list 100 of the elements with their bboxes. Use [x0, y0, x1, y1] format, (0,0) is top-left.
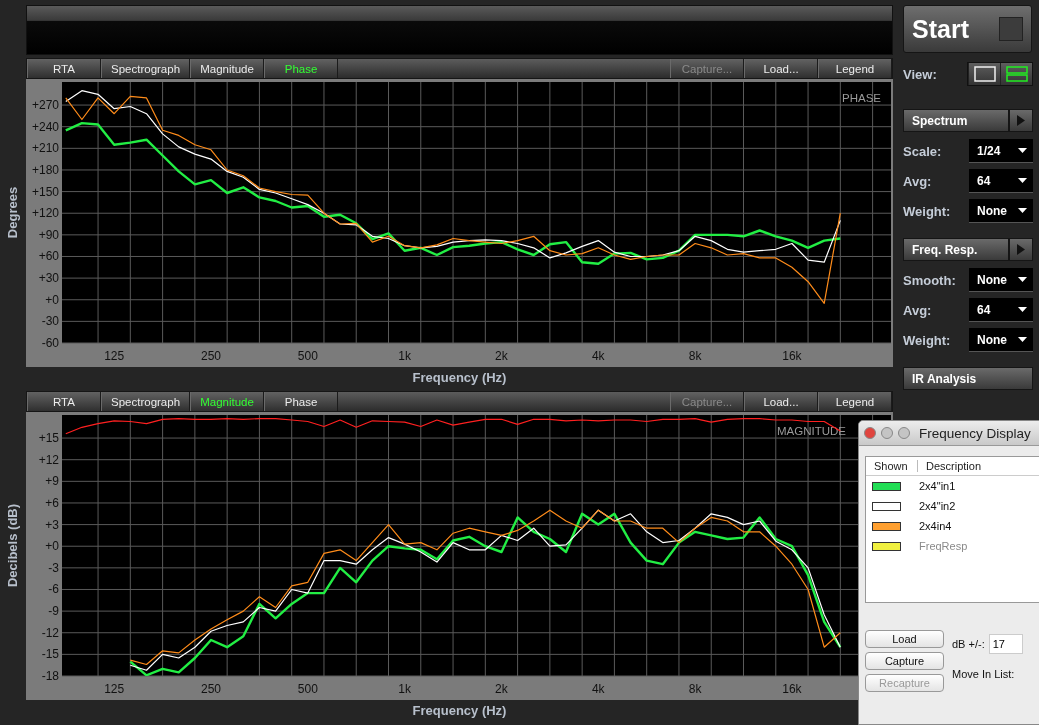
dropdown[interactable]: None	[969, 199, 1033, 223]
tick-label: -30	[41, 314, 59, 329]
minimize-icon[interactable]	[881, 427, 893, 439]
view-tab[interactable]: Magnitude	[190, 59, 265, 78]
dropdown[interactable]: None	[969, 328, 1033, 352]
tick-label: 4k	[591, 349, 605, 363]
toolbar-button[interactable]: Legend	[818, 59, 892, 78]
dropdown[interactable]: 64	[969, 298, 1033, 322]
tick-label: +60	[38, 249, 59, 264]
tick-label: +210	[31, 141, 59, 156]
table-cell: FreqResp	[919, 540, 968, 552]
caret-icon	[1018, 208, 1027, 213]
column-header: Description	[925, 460, 982, 472]
view-tab[interactable]: Phase	[264, 59, 339, 78]
window-title: Frequency Display	[919, 425, 1031, 441]
view-tab[interactable]: Magnitude	[190, 392, 265, 411]
tick-label: 1k	[398, 349, 411, 363]
expand-button[interactable]	[1009, 238, 1033, 261]
view-toggle[interactable]	[1000, 63, 1032, 85]
axis-title: Frequency (Hz)	[412, 370, 507, 385]
tick-label: +270	[31, 98, 59, 113]
input-field[interactable]: 17	[988, 634, 1023, 654]
field-label: View:	[903, 66, 937, 82]
axis-title: Decibels (dB)	[5, 503, 20, 588]
dialog-button[interactable]: Load	[865, 630, 944, 648]
toolbar-button[interactable]: Load...	[744, 392, 818, 411]
chart-title: MAGNITUDE	[777, 425, 846, 437]
tick-label: +180	[31, 162, 59, 177]
caret-icon	[1018, 148, 1027, 153]
tick-label: 125	[104, 682, 125, 696]
tick-label: 125	[104, 349, 125, 363]
view-toggle[interactable]	[968, 63, 1000, 85]
tick-label: 250	[201, 682, 221, 696]
tick-label: -60	[41, 336, 59, 350]
tick-label: +150	[31, 184, 59, 199]
section-button[interactable]: IR Analysis	[903, 367, 1033, 390]
table-cell: 2x4"in1	[919, 480, 956, 492]
close-icon[interactable]	[864, 427, 876, 439]
tick-label: +6	[45, 495, 59, 510]
tick-label: +0	[45, 539, 59, 554]
field-label: Weight:	[903, 203, 951, 219]
tick-label: -12	[41, 625, 59, 640]
tick-label: -18	[41, 669, 59, 683]
indicator-square-icon	[999, 17, 1023, 41]
caret-icon	[1018, 277, 1027, 282]
field-label: Smooth:	[903, 272, 956, 288]
section-button[interactable]: Freq. Resp.	[903, 238, 1009, 261]
table-cell: 2x4in4	[919, 520, 952, 532]
tick-label: 1k	[398, 682, 411, 696]
section-button[interactable]: Spectrum	[903, 109, 1009, 132]
tick-label: 2k	[495, 682, 508, 696]
dialog-button[interactable]: Capture	[865, 652, 944, 670]
color-swatch[interactable]	[872, 521, 901, 531]
axis-title: Frequency (Hz)	[412, 703, 507, 718]
tick-label: -6	[48, 582, 59, 597]
expand-button[interactable]	[1009, 109, 1033, 132]
zoom-icon[interactable]	[898, 427, 910, 439]
tick-label: +0	[45, 292, 59, 307]
tick-label: 500	[297, 349, 318, 363]
column-header: Shown	[866, 460, 918, 472]
start-button[interactable]: Start	[903, 5, 1032, 53]
view-tab[interactable]: Spectrograph	[101, 392, 191, 411]
tick-label: 16k	[782, 349, 802, 363]
tick-label: +120	[31, 206, 59, 221]
chart-title: PHASE	[842, 92, 881, 104]
field-label: Scale:	[903, 143, 942, 159]
dropdown[interactable]: 1/24	[969, 139, 1033, 163]
tick-label: -3	[48, 560, 59, 575]
tick-label: 16k	[782, 682, 802, 696]
dropdown[interactable]: 64	[969, 169, 1033, 193]
caret-icon	[1018, 307, 1027, 312]
view-tab[interactable]: Spectrograph	[101, 59, 191, 78]
view-tab[interactable]: RTA	[27, 392, 101, 411]
tick-label: +3	[45, 517, 59, 532]
tick-label: +90	[38, 227, 59, 242]
tick-label: 8k	[688, 349, 702, 363]
field-label: Avg:	[903, 173, 932, 189]
tick-label: 4k	[591, 682, 605, 696]
toolbar-button[interactable]: Load...	[744, 59, 818, 78]
tick-label: +15	[38, 431, 59, 446]
toolbar-button[interactable]: Legend	[818, 392, 892, 411]
tick-label: 500	[297, 682, 318, 696]
field-label: Weight:	[903, 332, 951, 348]
play-arrow-icon	[1017, 115, 1025, 126]
field-label: dB +/-:	[952, 638, 985, 650]
tick-label: -15	[41, 647, 59, 662]
dropdown[interactable]: None	[969, 268, 1033, 292]
field-label: Move In List:	[952, 668, 1016, 680]
view-tab[interactable]: Phase	[264, 392, 339, 411]
table-cell: 2x4"in2	[919, 500, 956, 512]
field-label: Avg:	[903, 302, 932, 318]
view-tab[interactable]: RTA	[27, 59, 101, 78]
axis-title: Degrees	[5, 186, 20, 239]
color-swatch[interactable]	[872, 481, 901, 491]
play-arrow-icon	[1017, 244, 1025, 255]
tick-label: +30	[38, 271, 59, 286]
color-swatch[interactable]	[872, 501, 901, 511]
tick-label: 2k	[495, 349, 508, 363]
caret-icon	[1018, 337, 1027, 342]
tick-label: +12	[38, 452, 59, 467]
